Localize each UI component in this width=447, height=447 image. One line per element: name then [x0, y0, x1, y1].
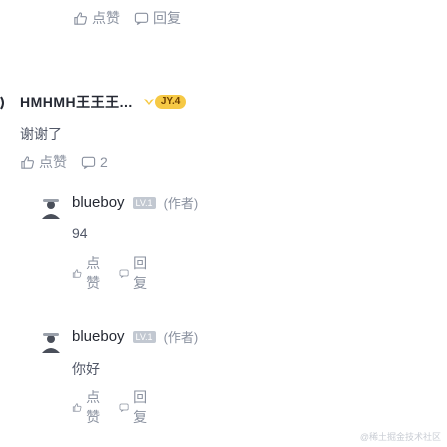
reply-button[interactable]: 回复: [119, 253, 152, 293]
comment-icon: [81, 156, 96, 169]
level-tag: LV.1: [132, 330, 156, 343]
thumb-up-icon: [72, 402, 82, 412]
thumb-up-icon: [74, 11, 88, 25]
comment-author[interactable]: blueboy: [72, 194, 125, 211]
reply-count-button[interactable]: 2: [81, 154, 108, 170]
top-comment-actions: 点赞 回复: [73, 8, 195, 28]
comment-header: blueboy LV.1 (作者): [72, 327, 198, 346]
comment-header: blueboy LV.1 (作者): [72, 193, 198, 212]
like-label: 点赞: [92, 10, 120, 26]
comment-actions: 点赞 回复: [72, 387, 166, 427]
reply-count: 2: [100, 154, 108, 170]
reply-text: 谢谢了: [20, 126, 62, 142]
like-button[interactable]: 点赞: [72, 387, 105, 427]
comment-actions: 点赞 回复: [72, 253, 166, 293]
reply-button[interactable]: 回复: [134, 8, 181, 28]
like-label: 点赞: [86, 389, 101, 425]
watermark: @稀土掘金技术社区: [359, 432, 441, 442]
thumb-up-icon: [72, 268, 82, 278]
like-label: 点赞: [39, 154, 67, 170]
like-button[interactable]: 点赞: [72, 253, 105, 293]
comment-icon: [134, 12, 149, 25]
avatar[interactable]: [40, 333, 62, 355]
reply-label: 回复: [133, 389, 148, 425]
reply-author[interactable]: HMHMH王王王...: [20, 92, 133, 112]
like-button[interactable]: 点赞: [73, 8, 120, 28]
avatar[interactable]: [40, 199, 62, 221]
comment-author[interactable]: blueboy: [72, 328, 125, 345]
reply-button[interactable]: 回复: [119, 387, 152, 427]
comment-icon: [119, 269, 129, 278]
reply-header: HMHMH王王王... JY.4: [20, 92, 187, 112]
level-tag: LV.1: [132, 196, 156, 209]
comment-icon: [119, 403, 129, 412]
author-role: (作者): [163, 196, 199, 211]
author-role: (作者): [163, 330, 199, 345]
comment-text: 94: [72, 225, 88, 241]
like-button[interactable]: 点赞: [20, 152, 67, 172]
like-label: 点赞: [86, 255, 101, 291]
reply-label: 回复: [133, 255, 148, 291]
reply-actions: 点赞 2: [20, 152, 122, 172]
reply-label: 回复: [153, 10, 181, 26]
level-badge: JY.4: [143, 95, 187, 109]
level-badge-label: JY.4: [154, 95, 187, 109]
thumb-up-icon: [21, 155, 35, 169]
comment-text: 你好: [72, 361, 100, 377]
badge-wing-icon: [143, 99, 154, 105]
collapse-arrow-icon[interactable]: [0, 96, 6, 110]
